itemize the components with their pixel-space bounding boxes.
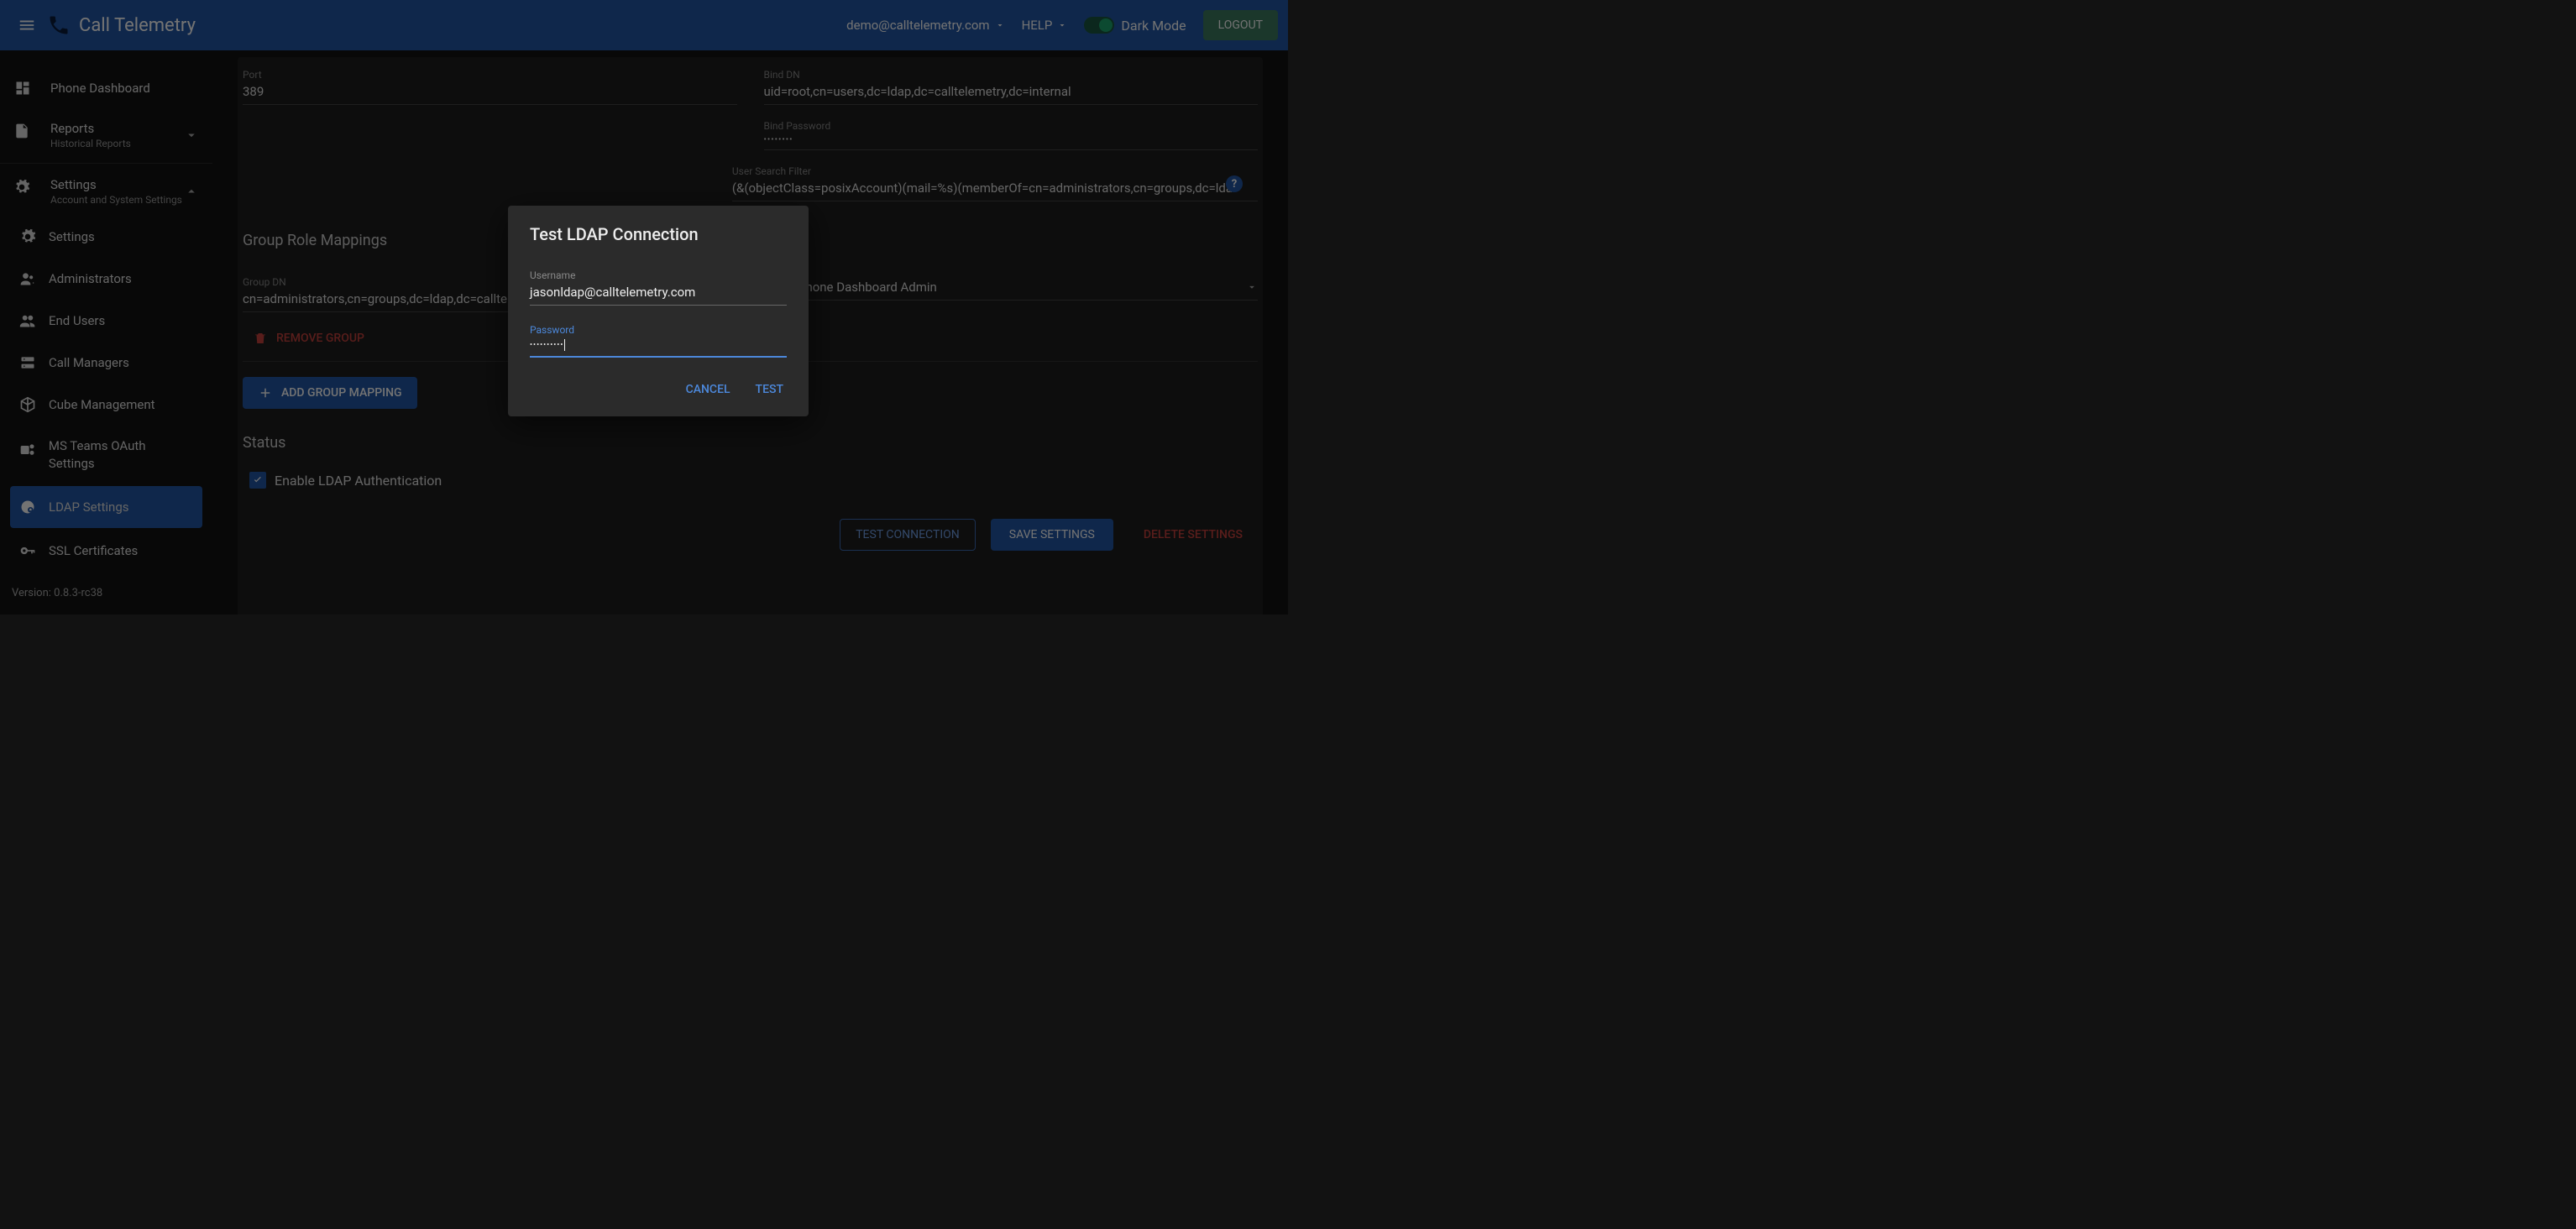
dialog-username-value: jasonldap@calltelemetry.com: [530, 281, 787, 306]
dialog-test-button[interactable]: TEST: [752, 376, 787, 403]
dialog-username-label: Username: [530, 269, 787, 281]
dialog-password-label: Password: [530, 324, 787, 336]
dialog-password-value: ••••••••••: [530, 336, 787, 358]
dialog-password-field[interactable]: Password ••••••••••: [530, 324, 787, 358]
dialog-title: Test LDAP Connection: [530, 224, 787, 244]
dialog-username-field[interactable]: Username jasonldap@calltelemetry.com: [530, 269, 787, 306]
dialog-cancel-button[interactable]: CANCEL: [683, 376, 734, 403]
test-ldap-dialog: Test LDAP Connection Username jasonldap@…: [508, 206, 809, 416]
